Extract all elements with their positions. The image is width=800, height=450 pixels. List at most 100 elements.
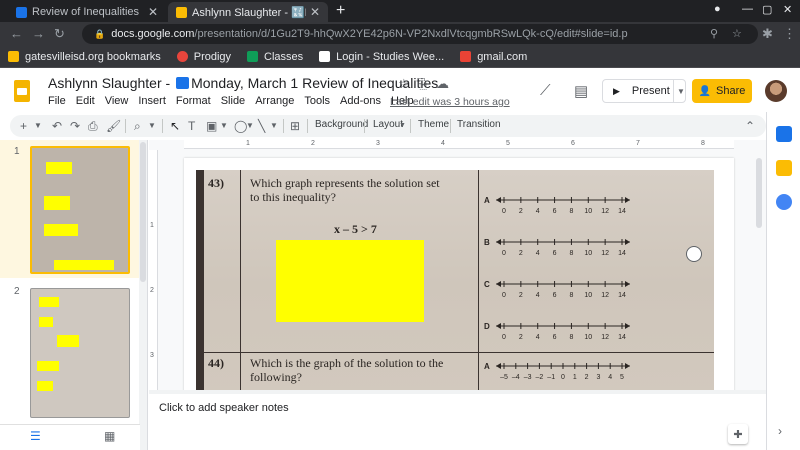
cloud-status-icon[interactable]: ☁ <box>436 76 449 92</box>
image-icon[interactable]: ▣ <box>206 119 217 133</box>
choice-d-number-line[interactable]: 0 2 4 6 8 10 12 14 <box>494 320 632 342</box>
comments-icon[interactable]: ▤ <box>574 82 588 100</box>
bookmark-gmail[interactable]: gmail.com <box>460 51 527 63</box>
slide-resize-handle[interactable] <box>686 246 702 262</box>
menu-bar: File Edit View Insert Format Slide Arran… <box>48 95 424 107</box>
maximize-icon[interactable]: ▢ <box>762 3 772 16</box>
present-button[interactable]: ▶ Present ▼ <box>602 79 686 103</box>
vertical-ruler[interactable]: 1 2 3 <box>149 150 158 390</box>
document-title[interactable]: Ashlynn Slaughter - Monday, March 1 Revi… <box>48 75 438 91</box>
share-button[interactable]: 👤 Share <box>692 79 752 103</box>
undo-icon[interactable]: ↶ <box>52 119 62 133</box>
layout-dropdown-icon[interactable]: ▼ <box>399 122 406 129</box>
back-icon[interactable]: ← <box>10 26 23 41</box>
menu-edit[interactable]: Edit <box>76 95 95 107</box>
yellow-highlight-box[interactable] <box>276 240 424 322</box>
question-44-choice-a-number-line[interactable]: –5 –4 –3 –2 –1 0 1 2 3 4 5 <box>494 360 632 382</box>
grid-view-icon[interactable]: ▦ <box>104 429 115 443</box>
select-cursor-icon[interactable]: ↖ <box>170 119 180 133</box>
speaker-notes-placeholder[interactable]: Click to add speaker notes <box>159 402 289 414</box>
slide-thumbnail[interactable] <box>30 288 130 418</box>
new-slide-icon[interactable]: + <box>20 119 27 133</box>
worksheet-photo[interactable]: 43) Which graph represents the solution … <box>196 170 714 390</box>
browser-menu-icon[interactable]: ⋮ <box>783 26 796 42</box>
move-folder-icon[interactable]: ⎘ <box>417 76 427 92</box>
menu-format[interactable]: Format <box>176 95 211 107</box>
menu-file[interactable]: File <box>48 95 66 107</box>
browser-tab-strip: Review of Inequalities ✕ Ashlynn Slaught… <box>0 0 800 22</box>
filmstrip-view-icon[interactable]: ☰ <box>30 429 41 443</box>
zoom-icon[interactable]: ⌕ <box>134 119 141 134</box>
background-button[interactable]: Background <box>315 119 368 130</box>
location-pin-icon[interactable]: ⚲ <box>710 27 718 40</box>
side-panel: › <box>766 112 800 450</box>
last-edit-link[interactable]: Last edit was 3 hours ago <box>390 96 510 108</box>
print-icon[interactable]: ⎙ <box>88 119 98 134</box>
number-line-tick-label: 10 <box>584 208 592 215</box>
number-line-tick-label: 8 <box>569 250 573 257</box>
redo-icon[interactable]: ↷ <box>70 119 80 133</box>
canvas-scrollbar[interactable] <box>754 150 764 390</box>
shape-dropdown-icon[interactable]: ▼ <box>246 121 254 130</box>
menu-slide[interactable]: Slide <box>221 95 245 107</box>
window-close-icon[interactable]: ✕ <box>783 3 792 16</box>
url-path: /presentation/d/1Gu2T9-hhQwX2YE42p6N-VP2… <box>194 28 628 40</box>
collapse-toolbar-icon[interactable]: ⌃ <box>745 119 755 133</box>
tab-search-icon[interactable]: ● <box>714 3 721 15</box>
present-icon: ▶ <box>613 85 620 96</box>
bookmark-folder[interactable]: gatesvilleisd.org bookmarks <box>8 51 161 63</box>
choice-b-number-line[interactable]: 0 2 4 6 8 10 12 14 <box>494 236 632 258</box>
slide[interactable]: 43) Which graph represents the solution … <box>184 158 734 390</box>
close-tab-icon[interactable]: ✕ <box>148 5 158 19</box>
text-box-icon[interactable]: T <box>188 119 195 133</box>
bookmark-prodigy[interactable]: Prodigy <box>176 51 231 63</box>
menu-insert[interactable]: Insert <box>138 95 166 107</box>
present-dropdown-icon[interactable]: ▼ <box>677 87 685 96</box>
filmstrip-slide-2[interactable]: 2 <box>0 282 140 422</box>
choice-c-number-line[interactable]: 0 2 4 6 8 10 12 14 <box>494 278 632 300</box>
expand-side-panel-icon[interactable]: › <box>778 424 782 438</box>
menu-addons[interactable]: Add-ons <box>340 95 381 107</box>
paint-format-icon[interactable]: 🖌 <box>106 119 121 133</box>
keep-icon[interactable] <box>776 160 792 176</box>
browser-tab-slides[interactable]: Ashlynn Slaughter - 🔣Monday, M ✕ <box>168 2 328 22</box>
calendar-icon[interactable] <box>776 126 792 142</box>
forward-icon[interactable]: → <box>32 26 45 41</box>
explore-icon[interactable]: ✚ <box>728 424 748 444</box>
close-tab-icon[interactable]: ✕ <box>310 5 320 19</box>
transition-button[interactable]: Transition <box>457 119 501 130</box>
bookmark-studies-weekly[interactable]: Login - Studies Wee... <box>319 51 444 63</box>
speaker-notes[interactable]: Click to add speaker notes <box>149 394 766 450</box>
theme-button[interactable]: Theme <box>418 119 449 130</box>
choice-a-number-line[interactable]: 0 2 4 6 8 10 12 14 <box>494 194 632 216</box>
new-tab-icon[interactable]: + <box>336 2 345 20</box>
line-icon[interactable]: ╲ <box>258 119 265 133</box>
number-line-arrow-left <box>496 239 501 245</box>
image-dropdown-icon[interactable]: ▼ <box>220 121 228 130</box>
slide-thumbnail[interactable] <box>30 146 130 274</box>
tasks-icon[interactable] <box>776 194 792 210</box>
new-slide-dropdown-icon[interactable]: ▼ <box>34 121 42 130</box>
slides-logo-icon[interactable] <box>14 80 30 102</box>
avatar[interactable] <box>765 80 787 102</box>
browser-tab-review[interactable]: Review of Inequalities ✕ <box>8 2 166 22</box>
line-dropdown-icon[interactable]: ▼ <box>270 121 278 130</box>
menu-tools[interactable]: Tools <box>304 95 330 107</box>
activity-trend-icon[interactable]: ⟋ <box>540 82 551 99</box>
filmstrip-scrollbar[interactable] <box>139 140 147 450</box>
bookmark-classes[interactable]: Classes <box>247 51 303 63</box>
add-comment-icon[interactable]: ⊞ <box>290 119 300 133</box>
menu-arrange[interactable]: Arrange <box>255 95 294 107</box>
zoom-dropdown-icon[interactable]: ▼ <box>148 121 156 130</box>
folder-icon <box>8 51 19 62</box>
slide-canvas-area: 1 2 3 4 5 6 7 8 1 2 3 43) Which graph re… <box>149 140 766 390</box>
extensions-icon[interactable]: ✱ <box>762 26 773 42</box>
minimize-icon[interactable]: — <box>742 3 753 15</box>
star-icon[interactable]: ☆ <box>398 76 410 92</box>
horizontal-ruler[interactable]: 1 2 3 4 5 6 7 8 <box>184 140 734 149</box>
menu-view[interactable]: View <box>105 95 129 107</box>
reload-icon[interactable]: ↻ <box>54 26 65 42</box>
filmstrip-slide-1[interactable]: 1 <box>0 140 140 278</box>
url-bar[interactable]: 🔒 docs.google.com /presentation/d/1Gu2T9… <box>82 24 758 44</box>
bookmark-star-icon[interactable]: ☆ <box>732 27 742 40</box>
